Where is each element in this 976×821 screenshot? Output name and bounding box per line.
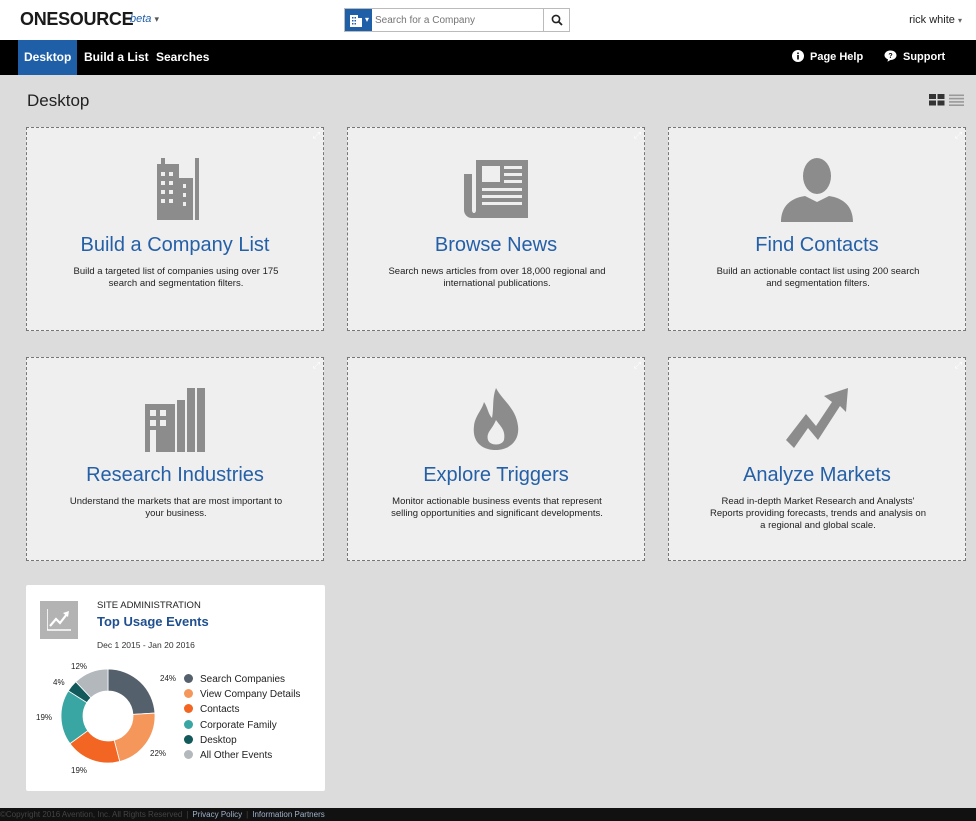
tile-description: Monitor actionable business events that …	[391, 496, 603, 519]
main-nav: Desktop Build a List Searches Page Help …	[0, 40, 976, 75]
legend-swatch	[184, 719, 193, 729]
list-view-icon[interactable]	[949, 94, 964, 106]
chart-legend: Search Companies View Company Details Cont…	[184, 674, 300, 765]
chevron-down-icon: ▾	[957, 16, 962, 25]
info-icon	[792, 50, 804, 63]
expand-icon[interactable]: ⤢	[313, 360, 320, 371]
building-icon	[157, 158, 199, 220]
donut-slice[interactable]	[107, 668, 156, 715]
newspaper-icon	[464, 160, 528, 218]
beta-menu[interactable]: beta ▾	[130, 13, 159, 25]
slice-label: 19%	[36, 713, 53, 722]
nav-build-a-list[interactable]: Build a List	[78, 40, 155, 75]
logo[interactable]: ONESOURCE	[20, 9, 134, 30]
tile-title[interactable]: Research Industries	[27, 464, 323, 487]
nav-searches[interactable]: Searches	[150, 40, 215, 75]
legend-label: Corporate Family	[200, 719, 277, 731]
usage-widget: SITE ADMINISTRATION Top Usage Events Dec…	[26, 585, 325, 791]
support-link[interactable]: ? Support	[884, 40, 945, 75]
legend-label: Desktop	[200, 734, 237, 746]
nav-desktop[interactable]: Desktop	[18, 40, 78, 75]
widget-category: SITE ADMINISTRATION	[97, 600, 201, 611]
slice-label: 12%	[71, 662, 88, 671]
chevron-down-icon: ▾	[154, 14, 160, 24]
legend-swatch	[184, 689, 193, 699]
widget-title[interactable]: Top Usage Events	[97, 614, 209, 629]
legend-item[interactable]: View Company Details	[184, 689, 300, 704]
chevron-down-icon: ▾	[365, 15, 370, 24]
copyright-text: ©Copyright 2016 Avention, Inc. All Right…	[0, 810, 183, 819]
expand-icon[interactable]: ⤢	[634, 360, 641, 371]
donut-slice[interactable]	[113, 712, 156, 763]
expand-icon[interactable]: ⤢	[313, 130, 320, 141]
person-icon	[781, 158, 853, 222]
legend-item[interactable]: Contacts	[184, 704, 300, 719]
view-toggle	[928, 93, 964, 111]
slice-label: 24%	[160, 674, 177, 683]
tile-description: Understand the markets that are most imp…	[69, 496, 283, 519]
svg-text:?: ?	[888, 53, 892, 60]
legend-label: Contacts	[200, 704, 240, 716]
search-input[interactable]	[375, 9, 545, 31]
tile-build-company-list[interactable]: ⤢ Build a Company List Build a targeted …	[26, 127, 324, 331]
page-help-link[interactable]: Page Help	[792, 40, 863, 75]
legend-item[interactable]: Corporate Family	[184, 719, 300, 735]
slice-label: 4%	[53, 678, 65, 687]
legend-swatch	[184, 704, 193, 714]
flame-icon	[473, 388, 519, 450]
expand-icon[interactable]: ⤢	[955, 130, 962, 141]
tile-title[interactable]: Explore Triggers	[348, 464, 644, 487]
expand-icon[interactable]: ⤢	[634, 130, 641, 141]
legend-label: Search Companies	[200, 674, 286, 685]
privacy-policy-link[interactable]: Privacy Policy	[192, 810, 242, 819]
slice-label: 19%	[71, 766, 88, 775]
tile-browse-news[interactable]: ⤢ Browse News Search news articles from …	[347, 127, 645, 331]
search-type-selector[interactable]: ▾	[345, 9, 372, 31]
legend-swatch	[184, 734, 193, 744]
tile-description: Search news articles from over 18,000 re…	[388, 266, 606, 289]
tile-research-industries[interactable]: ⤢ Research Industries Understand the mar…	[26, 357, 324, 561]
expand-icon[interactable]: ⤢	[955, 360, 962, 371]
tile-explore-triggers[interactable]: ⤢ Explore Triggers Monitor actionable bu…	[347, 357, 645, 561]
tile-title[interactable]: Build a Company List	[27, 234, 323, 257]
factory-icon	[145, 388, 205, 452]
tile-description: Build a targeted list of companies using…	[73, 266, 279, 289]
page-title: Desktop	[27, 91, 90, 110]
support-chat-icon: ?	[884, 50, 897, 62]
trend-arrow-icon	[786, 388, 848, 448]
tile-description: Read in-depth Market Research and Analys…	[710, 496, 926, 531]
trend-chart-icon	[47, 609, 71, 631]
tile-title[interactable]: Browse News	[348, 234, 644, 257]
top-bar: ONESOURCE beta ▾ ▾ rick white ▾	[0, 0, 976, 40]
legend-item[interactable]: Desktop	[184, 734, 300, 750]
footer: ©Copyright 2016 Avention, Inc. All Right…	[0, 808, 976, 821]
legend-item[interactable]: Search Companies	[184, 674, 300, 689]
grid-view-icon[interactable]	[928, 94, 945, 106]
widget-date-range: Dec 1 2015 - Jan 20 2016	[97, 640, 195, 650]
tile-analyze-markets[interactable]: ⤢ Analyze Markets Read in-depth Market R…	[668, 357, 966, 561]
user-menu[interactable]: rick white ▾	[909, 14, 962, 26]
widget-icon	[40, 601, 78, 639]
tile-title[interactable]: Find Contacts	[669, 234, 965, 257]
legend-label: View Company Details	[200, 689, 301, 701]
tile-find-contacts[interactable]: ⤢ Find Contacts Build an actionable cont…	[668, 127, 966, 331]
tile-title[interactable]: Analyze Markets	[669, 464, 965, 487]
building-icon	[350, 15, 362, 27]
company-search: ▾	[344, 8, 570, 32]
slice-label: 22%	[150, 749, 167, 758]
legend-swatch	[184, 674, 193, 683]
search-button[interactable]	[543, 9, 569, 31]
legend-item[interactable]: All Other Events	[184, 749, 300, 765]
search-icon	[551, 14, 563, 26]
legend-swatch	[184, 749, 193, 759]
legend-label: All Other Events	[200, 749, 273, 761]
tile-description: Build an actionable contact list using 2…	[716, 266, 920, 289]
information-partners-link[interactable]: Information Partners	[252, 810, 324, 819]
